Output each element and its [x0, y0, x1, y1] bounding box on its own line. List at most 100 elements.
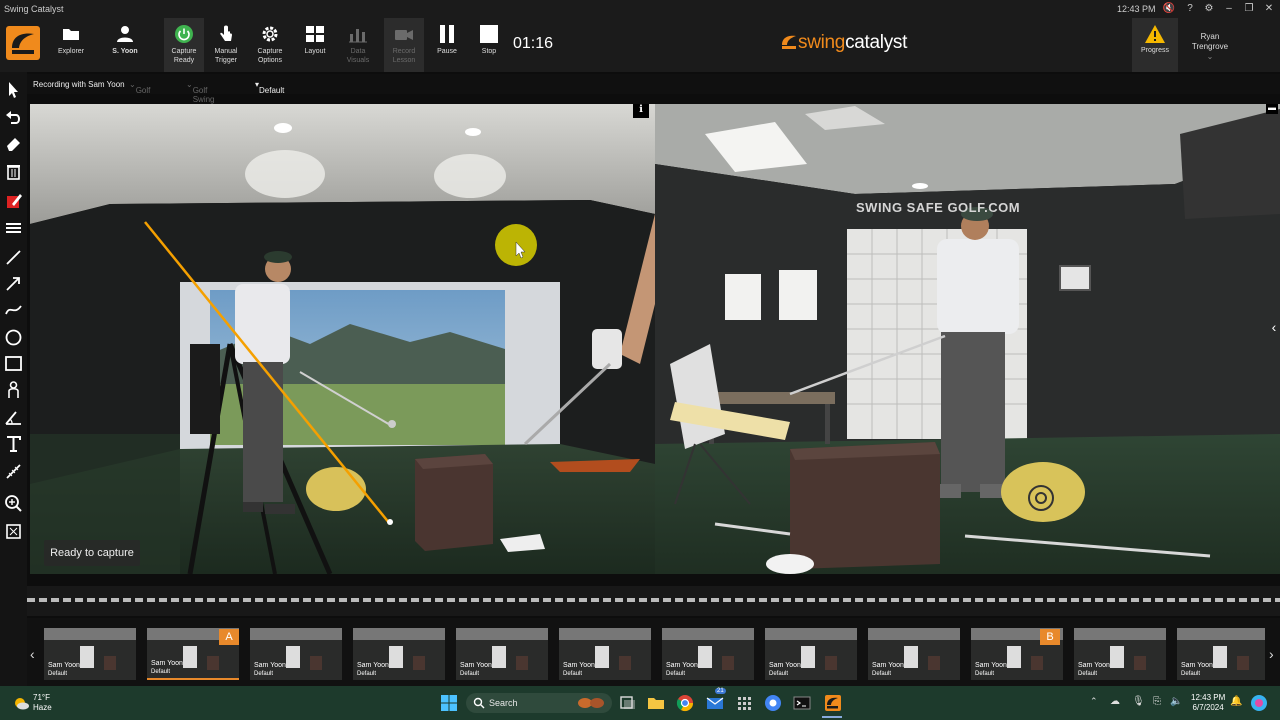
thumbnail[interactable]: Sam Yoon Default [1074, 628, 1166, 680]
color-picker-icon[interactable] [4, 192, 23, 211]
thumbnail[interactable]: Sam Yoon Default [44, 628, 136, 680]
thumbnail-sub: Default [151, 669, 171, 675]
volume-icon[interactable]: 🔈 [1170, 696, 1182, 707]
chrome-icon[interactable] [676, 694, 694, 712]
stop-button[interactable]: Stop [472, 18, 506, 72]
swing-catalyst-taskbar-icon[interactable] [824, 694, 842, 712]
terminal-icon[interactable] [793, 694, 811, 712]
measure-tool-icon[interactable] [4, 462, 23, 481]
layout-label: Layout [304, 48, 326, 55]
camera-view-2[interactable]: ▬ ‹ [655, 104, 1280, 574]
thumbnail[interactable]: Sam Yoon Default [456, 628, 548, 680]
mute-icon[interactable]: 🔇 [1162, 2, 1176, 16]
app-logo-icon[interactable] [6, 26, 40, 60]
thumbnail-sub: Default [460, 671, 480, 677]
weather-widget[interactable]: 71°F Haze [33, 693, 52, 713]
pause-button[interactable]: Pause [430, 18, 464, 72]
restore-icon[interactable]: ❐ [1242, 2, 1256, 16]
thumbnail[interactable]: Sam Yoon Default [559, 628, 651, 680]
warning-icon [1145, 25, 1165, 43]
settings-icon[interactable]: ⚙ [1202, 2, 1216, 16]
marker-b-badge[interactable]: B [1040, 629, 1060, 645]
capture-timeline[interactable] [27, 586, 1280, 616]
mail-app-button[interactable]: 21 [706, 688, 726, 712]
weather-sun-icon[interactable] [12, 695, 30, 711]
notifications-icon[interactable]: 🔔 [1230, 696, 1242, 707]
athlete-button[interactable]: S. Yoon [104, 18, 146, 72]
thumbnail-sub: Default [1181, 671, 1201, 677]
microphone-icon[interactable]: 🎙 [1132, 696, 1145, 707]
thumbnail-name: Sam Yoon [563, 662, 595, 669]
task-view-icon[interactable] [619, 694, 637, 712]
close-icon[interactable]: ✕ [1262, 2, 1276, 16]
rectangle-tool-icon[interactable] [4, 354, 23, 373]
drawing-toolbar [0, 72, 27, 686]
onedrive-icon[interactable]: ☁ [1110, 696, 1120, 707]
camera-view-1[interactable]: ℹ [30, 104, 655, 574]
thumbnail-name: Sam Yoon [460, 662, 492, 669]
help-icon[interactable]: ? [1183, 2, 1197, 16]
fit-screen-icon[interactable] [4, 522, 23, 541]
marker-a-badge[interactable]: A [219, 629, 239, 645]
capture-ready-button[interactable]: Capture Ready [164, 18, 204, 72]
thumbnail[interactable]: Sam Yoon Default [868, 628, 960, 680]
thumbnail[interactable]: Sam Yoon Default [353, 628, 445, 680]
tray-expand-icon[interactable]: ⌃ [1090, 696, 1098, 707]
record-lesson-button[interactable]: Record Lesson [384, 18, 424, 72]
chevron-left-icon[interactable]: ‹ [1268, 316, 1280, 338]
thumbnail[interactable]: Sam Yoon Default [250, 628, 342, 680]
thumbnail[interactable]: Sam Yoon Default [765, 628, 857, 680]
capture-options-line1: Capture [257, 48, 283, 55]
person-icon [117, 26, 133, 42]
chrome-profile-icon[interactable] [764, 694, 782, 712]
preset-value: Default [259, 86, 285, 95]
circle-tool-icon[interactable] [4, 328, 23, 347]
network-icon[interactable]: ⎘ [1153, 696, 1161, 707]
undo-icon[interactable] [4, 108, 23, 127]
data-visuals-button[interactable]: Data Visuals [338, 18, 378, 72]
line-weight-icon[interactable] [4, 218, 23, 237]
pause-icon [440, 25, 454, 43]
taskbar-search-input[interactable]: Search [466, 693, 612, 713]
user-account-menu[interactable]: Ryan Trengrove ⌄ [1186, 32, 1234, 62]
pointer-icon[interactable] [4, 80, 23, 99]
thumbnail-sub: Default [975, 671, 995, 677]
text-tool-icon[interactable] [4, 434, 23, 453]
explorer-button[interactable]: Explorer [50, 18, 92, 72]
angle-tool-icon[interactable] [4, 408, 23, 427]
swing-catalyst-logo-icon [782, 35, 796, 49]
line-tool-icon[interactable] [4, 248, 23, 267]
strip-next-icon[interactable]: › [1269, 646, 1274, 662]
layout-button[interactable]: Layout [296, 18, 334, 72]
minimize-icon[interactable]: – [1222, 2, 1236, 16]
tray-clock[interactable]: 12:43 PM 6/7/2024 [1191, 693, 1225, 713]
zoom-icon[interactable] [4, 494, 23, 513]
thumbnail-sub: Default [48, 671, 68, 677]
stop-label: Stop [481, 48, 497, 55]
data-visuals-line2: Visuals [346, 57, 370, 64]
freehand-tool-icon[interactable] [4, 300, 23, 319]
expand-icon[interactable]: ▬ [1266, 104, 1278, 114]
copilot-icon[interactable] [1250, 694, 1268, 712]
strip-prev-icon[interactable]: ‹ [30, 646, 35, 662]
manual-trigger-button[interactable]: Manual Trigger [206, 18, 246, 72]
sport-dropdown[interactable]: ⌄ Golf [129, 80, 150, 95]
body-tool-icon[interactable] [4, 380, 23, 399]
arrow-tool-icon[interactable] [4, 274, 23, 293]
windows-start-icon[interactable] [440, 694, 458, 712]
preset-dropdown[interactable]: ▾ Default [255, 80, 284, 95]
thumbnail[interactable]: Sam Yoon Default [1177, 628, 1265, 680]
info-icon[interactable]: ℹ [633, 104, 649, 118]
capture-options-button[interactable]: Capture Options [250, 18, 290, 72]
recordings-strip: ‹ › Sam Yoon Default Sam Yoon Default Sa… [27, 618, 1280, 686]
thumbnail[interactable]: Sam Yoon Default [662, 628, 754, 680]
progress-button[interactable]: Progress [1132, 18, 1178, 72]
calculator-icon[interactable] [735, 694, 753, 712]
activity-dropdown[interactable]: ⌄ Golf Swing [186, 80, 215, 104]
eraser-icon[interactable] [4, 134, 23, 153]
brand-logo: swingcatalyst [780, 32, 907, 54]
trash-icon[interactable] [4, 162, 23, 181]
file-explorer-icon[interactable] [647, 694, 665, 712]
pause-label: Pause [437, 48, 457, 55]
thumbnail-name: Sam Yoon [48, 662, 80, 669]
